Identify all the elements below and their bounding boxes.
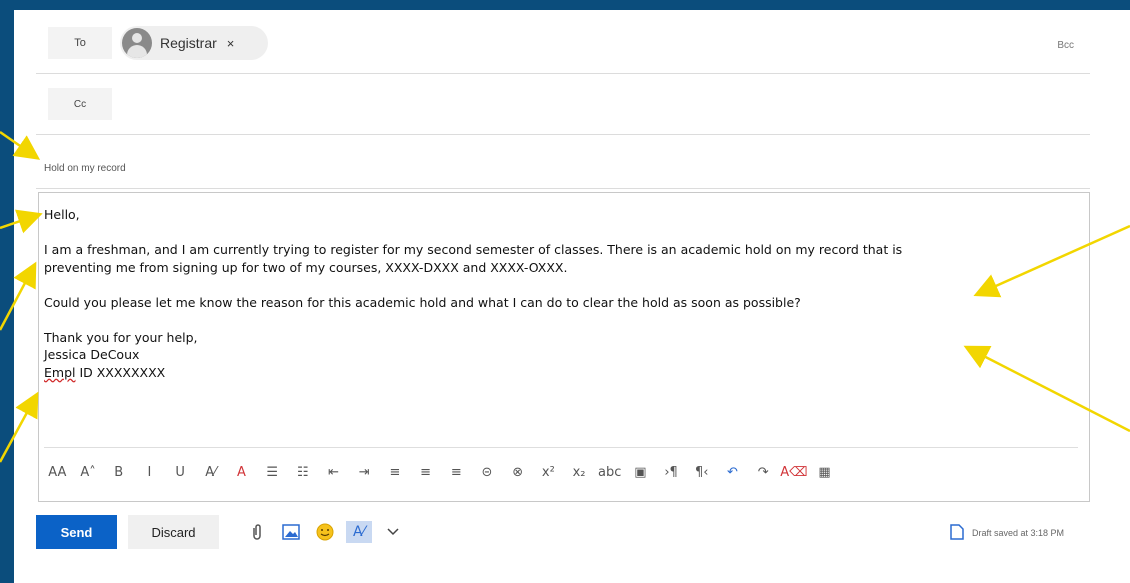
increase-indent-icon[interactable]: ⇥ bbox=[349, 461, 380, 483]
highlight-icon[interactable]: A⁄ bbox=[195, 461, 226, 483]
draft-status: Draft saved at 3:18 PM bbox=[972, 528, 1065, 538]
body-paragraph-line: preventing me from signing up for two of… bbox=[44, 259, 568, 275]
grow-font-icon[interactable]: A˄ bbox=[73, 461, 104, 483]
superscript-icon[interactable]: x² bbox=[533, 461, 564, 483]
chevron-down-icon[interactable] bbox=[382, 521, 404, 543]
decrease-indent-icon[interactable]: ⇤ bbox=[318, 461, 349, 483]
remove-link-icon[interactable]: ⊗ bbox=[502, 461, 533, 483]
divider bbox=[36, 73, 1090, 74]
avatar bbox=[122, 28, 152, 58]
signature-id-text: ID XXXXXXXX bbox=[75, 364, 166, 380]
emoji-icon[interactable] bbox=[314, 521, 336, 543]
strikethrough-icon[interactable]: abc bbox=[594, 461, 625, 483]
recipient-name: Registrar bbox=[160, 35, 217, 51]
font-color-icon[interactable]: A bbox=[226, 461, 257, 483]
cc-button[interactable]: Cc bbox=[48, 88, 112, 120]
bcc-button[interactable]: Bcc bbox=[1057, 40, 1074, 51]
body-greeting: Hello, bbox=[44, 207, 80, 222]
clear-format-icon[interactable]: A⌫ bbox=[779, 461, 810, 483]
toolbar-divider bbox=[44, 447, 1078, 448]
message-body[interactable]: Hello, I am a freshman, and I am current… bbox=[44, 206, 1044, 381]
undo-icon[interactable]: ↶ bbox=[717, 461, 748, 483]
insert-image-icon[interactable]: ▣ bbox=[625, 461, 656, 483]
bullets-icon[interactable]: ☰ bbox=[257, 461, 288, 483]
subject-field[interactable]: Hold on my record bbox=[44, 163, 126, 174]
subscript-icon[interactable]: x₂ bbox=[564, 461, 595, 483]
attach-icon[interactable] bbox=[246, 521, 268, 543]
to-button[interactable]: To bbox=[48, 27, 112, 59]
document-icon bbox=[950, 524, 964, 540]
divider bbox=[36, 188, 1090, 189]
align-left-icon[interactable]: ≡ bbox=[380, 461, 411, 483]
body-closing: Thank you for your help, bbox=[44, 329, 198, 345]
recipient-chip[interactable]: Registrar × bbox=[120, 26, 268, 60]
send-button[interactable]: Send bbox=[36, 515, 117, 549]
table-icon[interactable]: ▦ bbox=[809, 461, 840, 483]
align-right-icon[interactable]: ≡ bbox=[441, 461, 472, 483]
insert-link-icon[interactable]: ⊝ bbox=[472, 461, 503, 483]
formatting-toolbar: AA A˄ B I U A⁄ A ☰ ☷ ⇤ ⇥ ≡ ≡ ≡ ⊝ ⊗ x² x₂ abc ▣ ›¶ ¶‹ ↶ ↷ A⌫ ▦ bbox=[42, 461, 840, 483]
signature-id: Empl ID XXXXXXXX bbox=[44, 364, 1044, 382]
bold-icon[interactable]: B bbox=[103, 461, 134, 483]
body-paragraph-line: I am a freshman, and I am currently tryi… bbox=[44, 242, 903, 257]
remove-recipient-icon[interactable]: × bbox=[227, 36, 235, 51]
ltr-icon[interactable]: ›¶ bbox=[656, 461, 687, 483]
insert-picture-icon[interactable] bbox=[280, 521, 302, 543]
body-paragraph-line: Could you please let me know the reason … bbox=[44, 294, 801, 310]
spelling-error[interactable]: Empl bbox=[44, 365, 75, 380]
signature-name: Jessica DeCoux bbox=[44, 347, 140, 362]
font-size-icon[interactable]: AA bbox=[42, 461, 73, 483]
italic-icon[interactable]: I bbox=[134, 461, 165, 483]
numbering-icon[interactable]: ☷ bbox=[288, 461, 319, 483]
rtl-icon[interactable]: ¶‹ bbox=[686, 461, 717, 483]
align-center-icon[interactable]: ≡ bbox=[410, 461, 441, 483]
divider bbox=[36, 134, 1090, 135]
discard-button[interactable]: Discard bbox=[128, 515, 219, 549]
format-text-icon[interactable]: A⁄ bbox=[346, 521, 372, 543]
underline-icon[interactable]: U bbox=[165, 461, 196, 483]
redo-icon[interactable]: ↷ bbox=[748, 461, 779, 483]
